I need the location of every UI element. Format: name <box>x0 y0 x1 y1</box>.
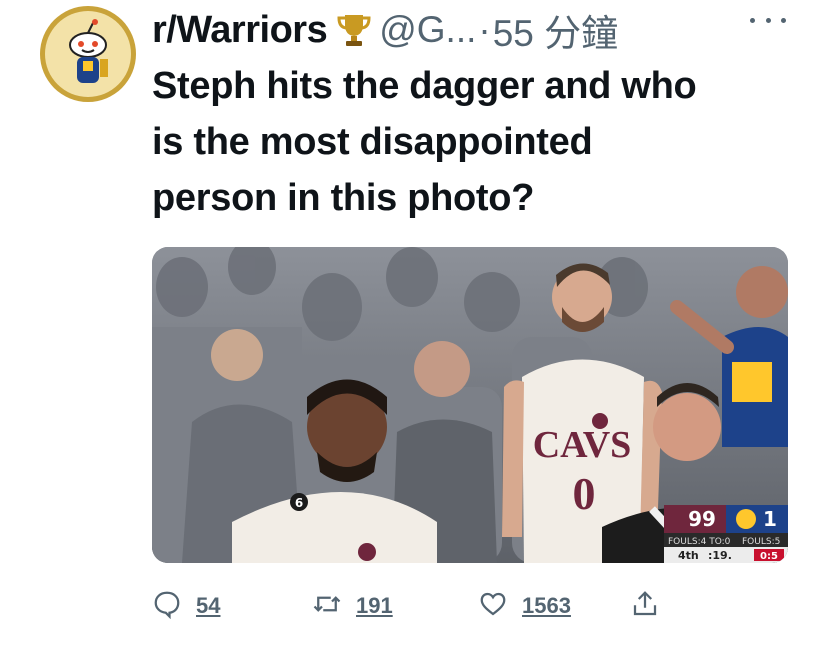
retweet-icon <box>312 589 342 624</box>
scorebug: 99 1 FOULS:4 TO:0 FOULS:5 4th :19. 0:5 <box>664 505 788 563</box>
account-handle[interactable]: @G... <box>379 9 476 51</box>
away-score: 1 <box>763 507 777 531</box>
jersey-number: 0 <box>573 468 596 519</box>
reddit-avatar-icon <box>45 11 131 97</box>
share-icon <box>630 589 660 624</box>
shot-clock: 0:5 <box>760 551 778 562</box>
retweet-count[interactable]: 191 <box>356 593 393 619</box>
tweet-text-line: Steph hits the dagger and who <box>152 65 697 107</box>
like-button[interactable]: 1563 <box>478 584 571 628</box>
reply-button[interactable]: 54 <box>152 584 220 628</box>
separator-dot: · <box>478 9 491 50</box>
reply-count[interactable]: 54 <box>196 593 220 619</box>
fouls-right: FOULS:5 <box>742 537 780 547</box>
tweet-photo[interactable]: CAVS 0 6 99 1 FOULS:4 TO:0 FOULS:5 4th :… <box>152 247 788 563</box>
account-name[interactable]: r/Warriors <box>152 9 328 52</box>
fouls-left: FOULS:4 TO:0 <box>668 537 731 547</box>
tweet-text-line: is the most disappointed <box>152 121 593 163</box>
more-icon[interactable] <box>750 8 786 32</box>
jersey-number-small: 6 <box>295 496 303 510</box>
tweet-text: Steph hits the dagger and who is the mos… <box>152 58 802 226</box>
like-count[interactable]: 1563 <box>522 593 571 619</box>
reply-icon <box>152 589 182 624</box>
share-button[interactable] <box>630 584 660 628</box>
like-icon <box>478 589 508 624</box>
game-clock: :19. <box>708 549 732 562</box>
jersey-brand: CAVS <box>533 424 632 466</box>
tweet-actions: 54 191 1563 <box>152 584 792 628</box>
quarter: 4th <box>678 549 699 562</box>
retweet-button[interactable]: 191 <box>312 584 393 628</box>
tweet-text-line: person in this photo? <box>152 177 535 219</box>
tweet-header: r/Warriors @G... · 55 分鐘 <box>152 2 802 58</box>
tweet-time[interactable]: 55 分鐘 <box>493 3 618 57</box>
avatar[interactable] <box>40 6 136 102</box>
home-score: 99 <box>688 507 716 531</box>
trophy-icon <box>335 11 373 49</box>
